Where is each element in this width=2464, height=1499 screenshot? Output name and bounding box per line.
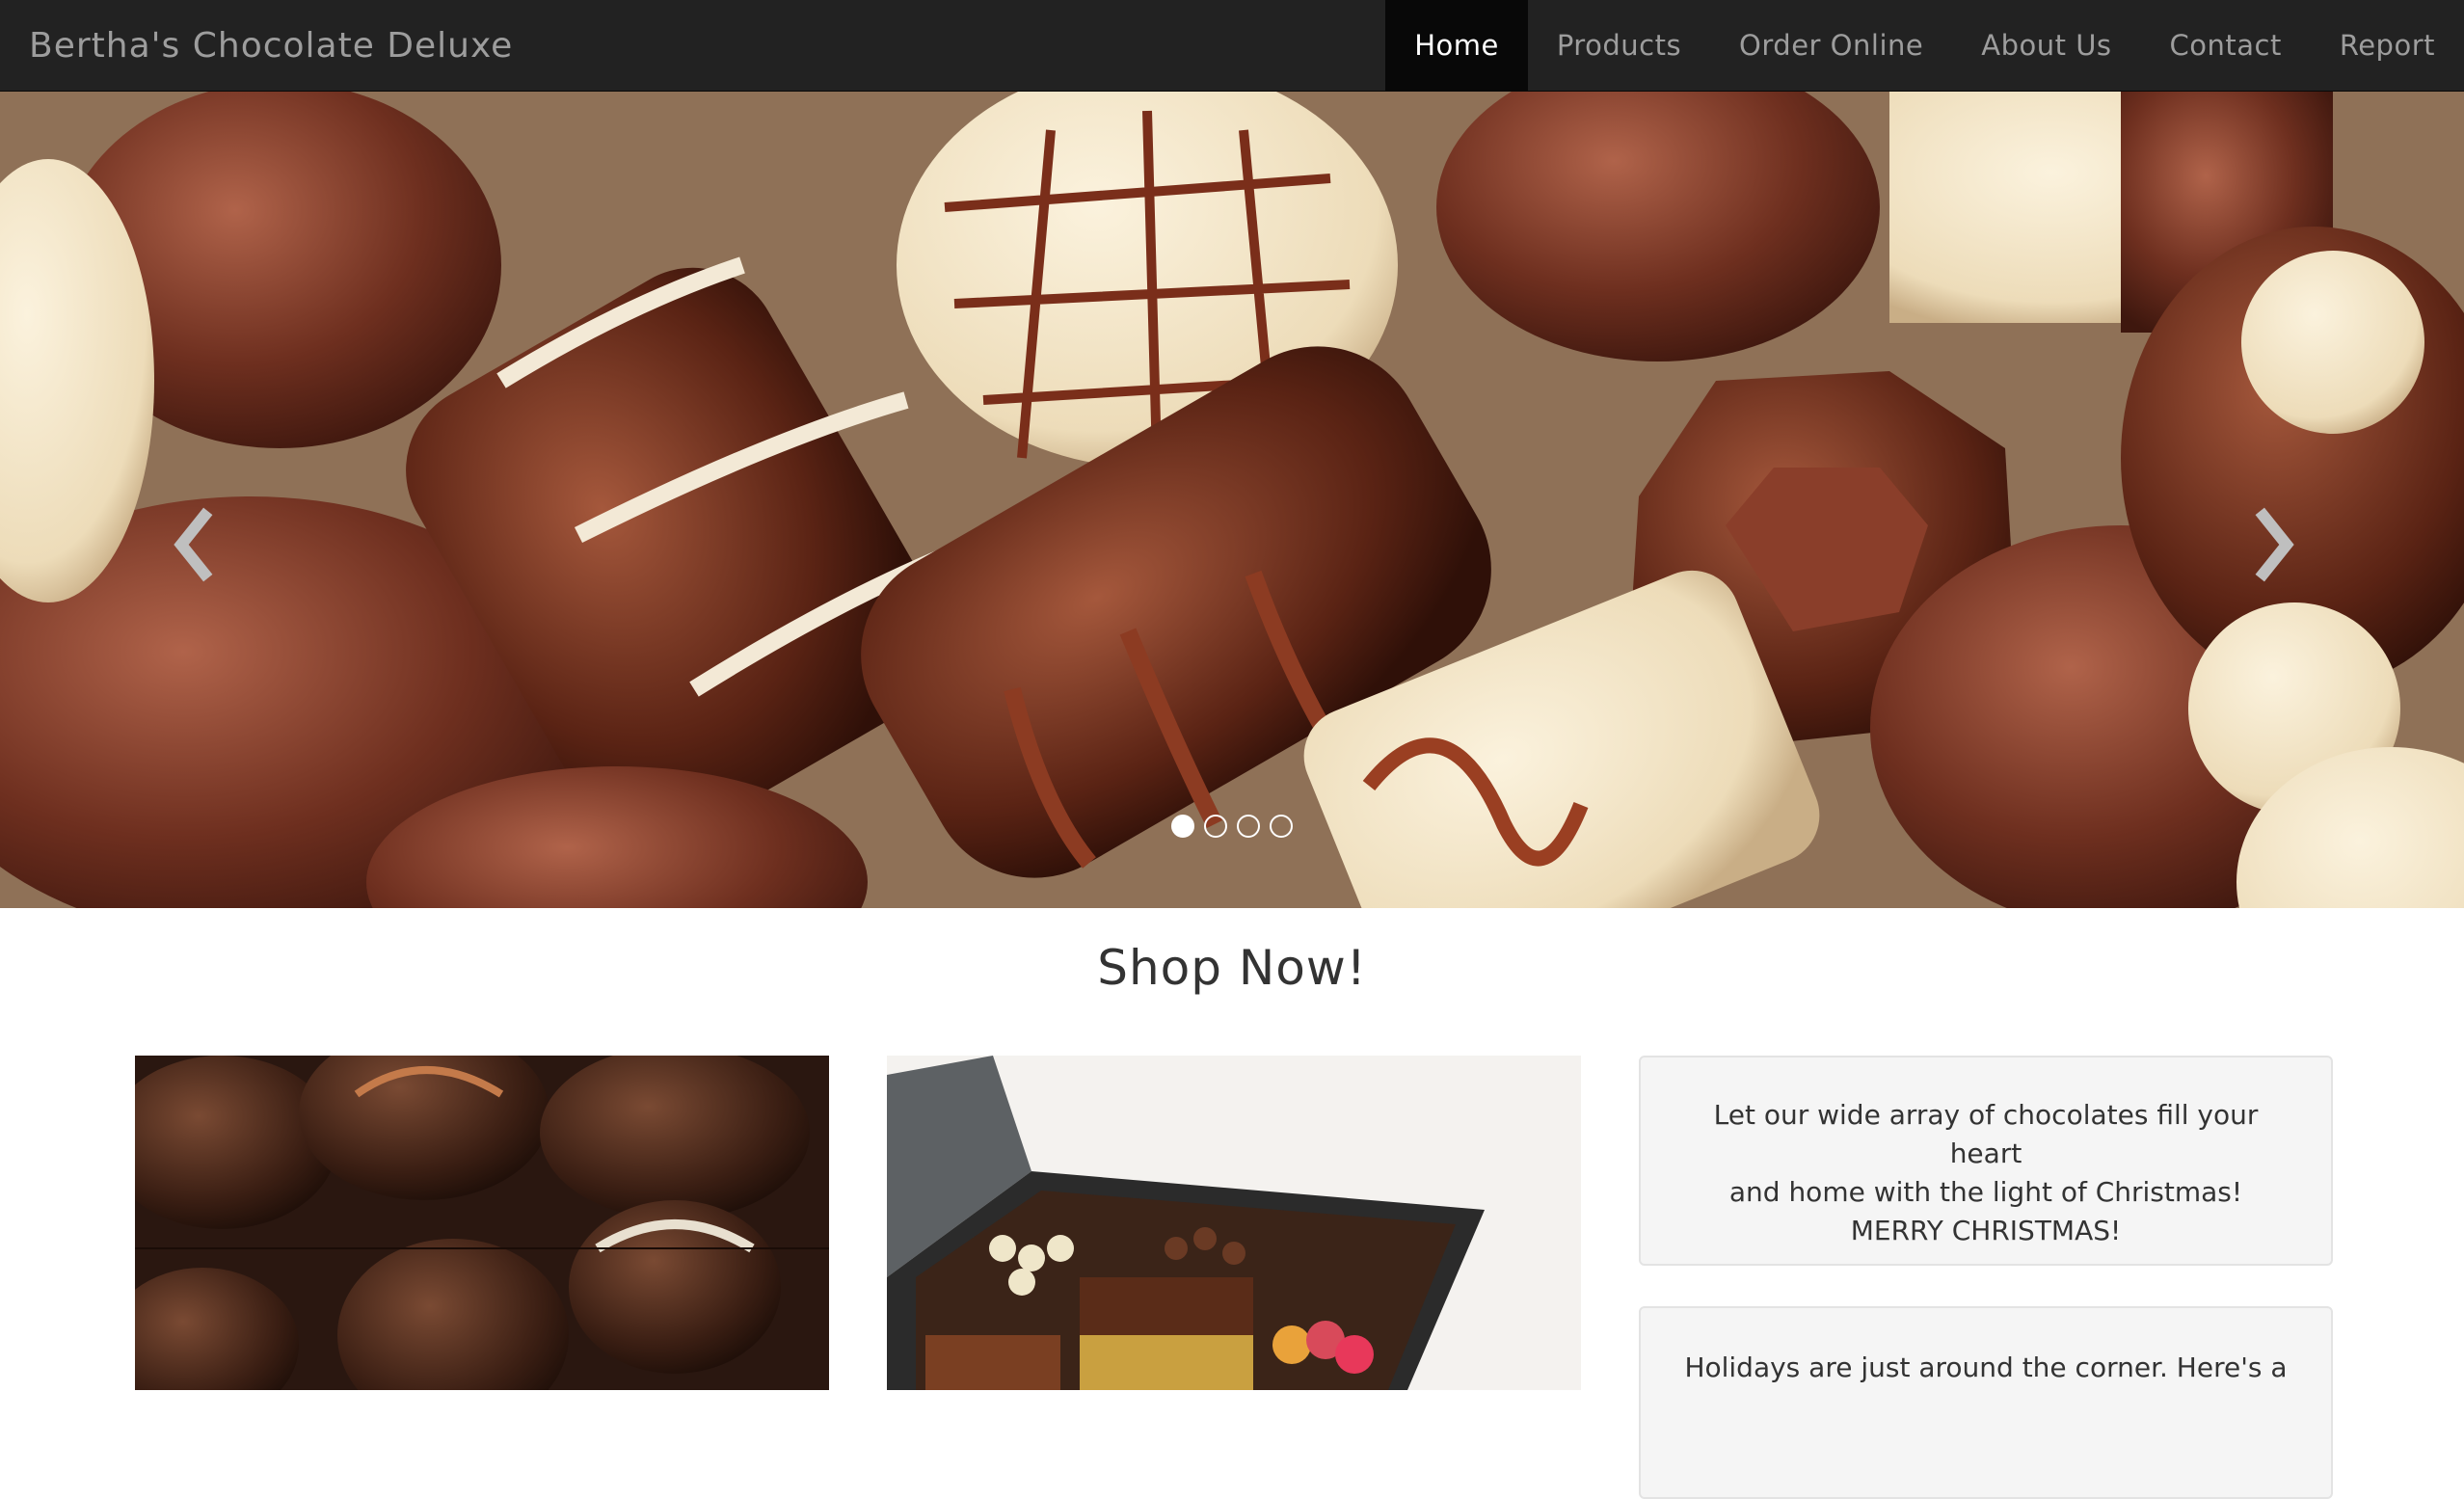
nav-item-about-us[interactable]: About Us <box>1952 0 2140 92</box>
brand-link[interactable]: Bertha's Chocolate Deluxe <box>29 0 513 92</box>
carousel-indicator-4[interactable] <box>1270 815 1293 838</box>
chevron-right-icon <box>2255 507 2294 582</box>
panel-line: Let our wide array of chocolates fill yo… <box>1713 1099 2259 1169</box>
nav-item-products[interactable]: Products <box>1528 0 1710 92</box>
product-image-truffles[interactable] <box>135 1056 829 1390</box>
shop-now-heading: Shop Now! <box>1097 940 1367 996</box>
carousel-indicator-2[interactable] <box>1204 815 1227 838</box>
truffles-photo <box>135 1056 829 1390</box>
main-nav: Home Products Order Online About Us Cont… <box>1385 0 2464 92</box>
carousel-prev-button[interactable] <box>164 496 222 593</box>
chevron-left-icon <box>174 507 213 582</box>
hero-carousel <box>0 92 2464 908</box>
nav-item-contact[interactable]: Contact <box>2141 0 2311 92</box>
panel-line: MERRY CHRISTMAS! <box>1850 1215 2122 1246</box>
carousel-slide-image <box>0 92 2464 908</box>
navbar: Bertha's Chocolate Deluxe Home Products … <box>0 0 2464 92</box>
holidays-message-panel: Holidays are just around the corner. Her… <box>1639 1306 2333 1499</box>
carousel-next-button[interactable] <box>2246 496 2304 593</box>
carousel-indicator-3[interactable] <box>1237 815 1260 838</box>
panel-line: and home with the light of Christmas! <box>1728 1176 2243 1208</box>
christmas-message-panel: Let our wide array of chocolates fill yo… <box>1639 1056 2333 1266</box>
carousel-indicators <box>1171 815 1293 838</box>
nav-item-order-online[interactable]: Order Online <box>1710 0 1952 92</box>
nav-item-report[interactable]: Report <box>2311 0 2464 92</box>
carousel-indicator-1[interactable] <box>1171 815 1194 838</box>
panel-line: Holidays are just around the corner. Her… <box>1684 1352 2288 1383</box>
product-image-gift-tin[interactable] <box>887 1056 1581 1390</box>
nav-item-home[interactable]: Home <box>1385 0 1528 92</box>
gift-tin-photo <box>887 1056 1581 1390</box>
